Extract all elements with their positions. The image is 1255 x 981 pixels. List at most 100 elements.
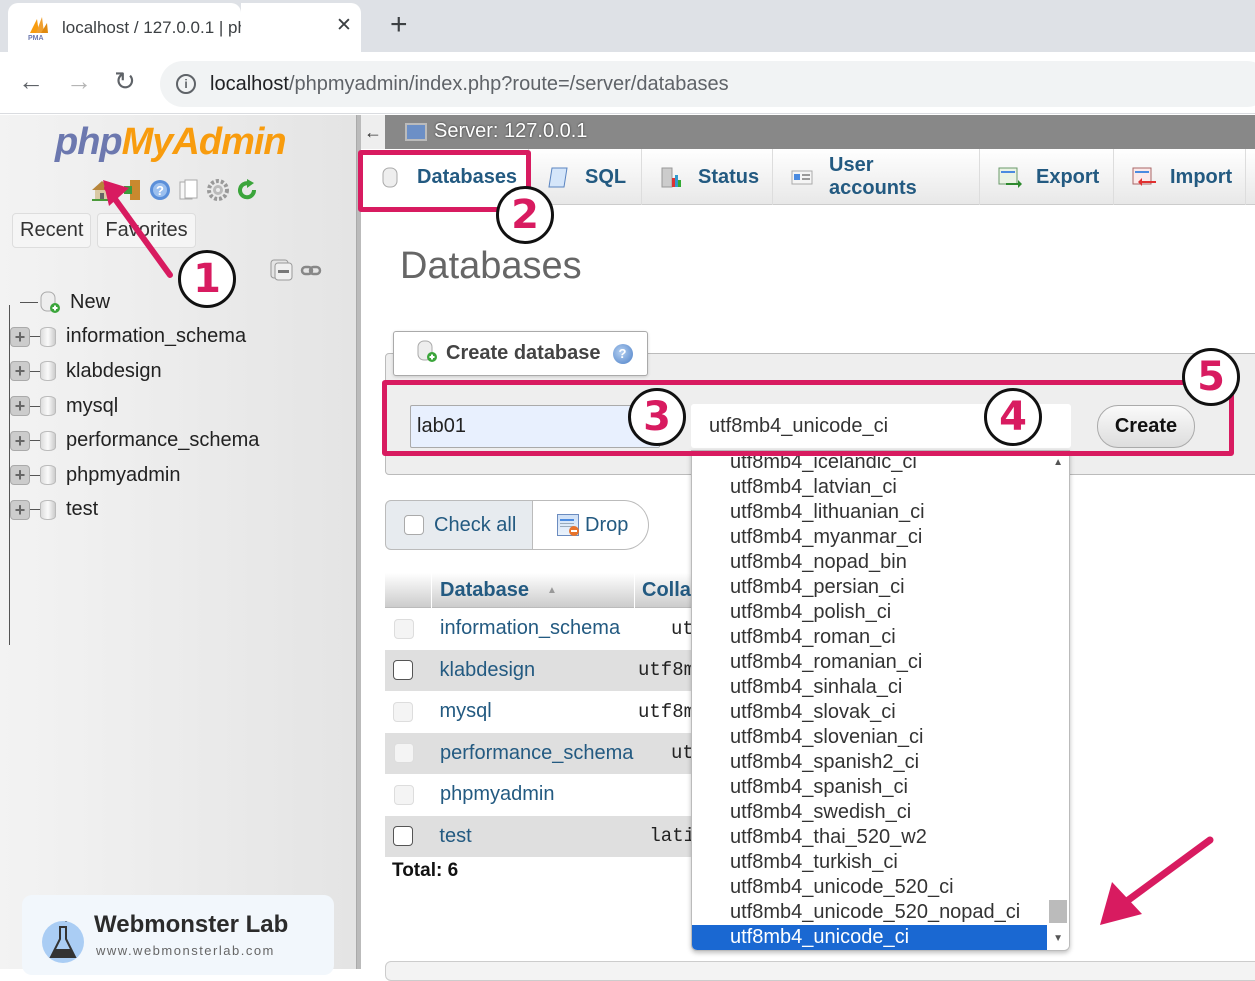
tree-label[interactable]: phpmyadmin	[66, 464, 181, 487]
back-arrow-icon[interactable]: ←	[18, 66, 44, 96]
forward-arrow-icon[interactable]: →	[66, 66, 92, 96]
collation-dropdown-list[interactable]: utf8mb4_icelandic_ci utf8mb4_latvian_ci ut…	[691, 450, 1070, 951]
tree-label[interactable]: information_schema	[66, 325, 246, 348]
collation-option[interactable]: utf8mb4_unicode_520_ci	[692, 875, 1049, 900]
tab-status[interactable]: Status	[642, 149, 773, 205]
scroll-up-arrow-icon[interactable]: ▲	[1053, 457, 1063, 468]
bulk-actions: Check all Drop	[385, 500, 649, 550]
expand-plus-icon[interactable]: +	[10, 396, 30, 417]
site-info-icon[interactable]: i	[176, 74, 196, 94]
annotation-arrow-1	[103, 180, 173, 278]
collation-option[interactable]: utf8mb4_turkish_ci	[692, 850, 1049, 875]
help-icon[interactable]: ?	[612, 343, 633, 364]
reload-icon[interactable]: ↻	[114, 66, 136, 96]
expand-plus-icon[interactable]: +	[10, 361, 30, 382]
new-tab-icon[interactable]: +	[390, 10, 408, 40]
tab-import[interactable]: Import	[1114, 149, 1246, 205]
sql-scroll-icon	[547, 166, 569, 188]
collation-option[interactable]: utf8mb4_slovenian_ci	[692, 725, 1049, 750]
sidebar-resize-handle[interactable]	[357, 115, 361, 969]
collation-option[interactable]: utf8mb4_unicode_520_nopad_ci	[692, 900, 1049, 925]
server-breadcrumb[interactable]: Server: 127.0.0.1	[434, 120, 587, 143]
tree-item-db[interactable]: + phpmyadmin	[10, 458, 259, 493]
address-bar[interactable]: i localhost/phpmyadmin/index.php?route=/…	[160, 61, 1255, 107]
phpmyadmin-logo[interactable]: phpMyAdmin	[55, 121, 287, 164]
tab-label: Export	[1036, 165, 1100, 188]
row-checkbox[interactable]	[393, 618, 414, 639]
database-link[interactable]: test	[431, 825, 631, 848]
header-database[interactable]: Database ▲	[432, 572, 635, 608]
tree-label[interactable]: test	[66, 498, 98, 521]
collation-option[interactable]: utf8mb4_polish_ci	[692, 600, 1049, 625]
tree-connector	[30, 509, 40, 511]
collation-option[interactable]: utf8mb4_romanian_ci	[692, 650, 1049, 675]
row-checkbox[interactable]	[393, 784, 414, 805]
total-count: Total: 6	[392, 860, 459, 881]
collapse-all-icon[interactable]	[270, 259, 294, 286]
collation-option[interactable]: utf8mb4_unicode_ci	[692, 925, 1049, 950]
link-with-main-icon[interactable]	[300, 259, 322, 286]
scrollbar-thumb[interactable]	[1049, 900, 1067, 923]
tree-item-db[interactable]: + information_schema	[10, 320, 259, 355]
collation-option[interactable]: utf8mb4_slovak_ci	[692, 700, 1049, 725]
expand-plus-icon[interactable]: +	[10, 326, 30, 347]
header-collation[interactable]: Colla	[635, 579, 691, 602]
new-database-icon	[38, 290, 62, 314]
drop-button[interactable]: Drop	[533, 500, 649, 550]
check-all-checkbox[interactable]	[404, 515, 424, 535]
row-checkbox[interactable]	[393, 826, 414, 847]
collation-option[interactable]: utf8mb4_spanish2_ci	[692, 750, 1049, 775]
collation-option[interactable]: utf8mb4_latvian_ci	[692, 475, 1049, 500]
collation-option[interactable]: utf8mb4_roman_ci	[692, 625, 1049, 650]
collation-option[interactable]: utf8mb4_myanmar_ci	[692, 525, 1049, 550]
check-all-label[interactable]: Check all	[434, 514, 516, 537]
row-checkbox[interactable]	[393, 743, 414, 764]
tree-connector	[20, 301, 38, 303]
expand-plus-icon[interactable]: +	[10, 499, 30, 520]
check-all-control[interactable]: Check all	[385, 500, 533, 550]
collapse-sidebar-arrow-icon[interactable]: ←	[361, 115, 385, 149]
tab-recent[interactable]: Recent	[12, 213, 92, 248]
database-icon	[40, 465, 56, 486]
tree-label[interactable]: performance_schema	[66, 429, 259, 452]
scroll-down-arrow-icon[interactable]: ▼	[1053, 933, 1063, 944]
database-link[interactable]: mysql	[432, 700, 632, 723]
collation-option[interactable]: utf8mb4_spanish_ci	[692, 775, 1049, 800]
expand-plus-icon[interactable]: +	[10, 465, 30, 486]
tree-item-db[interactable]: + mysql	[10, 389, 259, 424]
expand-plus-icon[interactable]: +	[10, 430, 30, 451]
collation-option[interactable]: utf8mb4_nopad_bin	[692, 550, 1049, 575]
dropdown-scrollbar[interactable]: ▲ ▼	[1047, 451, 1069, 950]
collation-cell: lati	[649, 825, 695, 848]
row-checkbox[interactable]	[393, 660, 414, 681]
step-badge-4: 4	[984, 388, 1042, 446]
collation-option[interactable]: utf8mb4_lithuanian_ci	[692, 500, 1049, 525]
reload-navigation-icon[interactable]	[235, 178, 259, 202]
database-icon	[40, 326, 56, 347]
row-checkbox-cell	[385, 826, 431, 847]
user-card-icon	[791, 166, 813, 188]
row-checkbox[interactable]	[393, 701, 414, 722]
url-path: /phpmyadmin/index.php?route=/server/data…	[288, 72, 729, 95]
tree-label[interactable]: klabdesign	[66, 360, 162, 383]
tab-label: Import	[1170, 165, 1233, 188]
settings-gear-icon[interactable]	[206, 178, 230, 202]
database-link[interactable]: klabdesign	[432, 659, 632, 682]
tab-export[interactable]: Export	[980, 149, 1114, 205]
tree-item-db[interactable]: + klabdesign	[10, 354, 259, 389]
tree-item-db[interactable]: + test	[10, 493, 259, 528]
logo-myadmin: MyAdmin	[121, 121, 287, 163]
database-link[interactable]: information_schema	[432, 617, 635, 640]
tab-close-icon[interactable]: ✕	[336, 14, 352, 37]
collation-option[interactable]: utf8mb4_thai_520_w2	[692, 825, 1049, 850]
tree-label[interactable]: mysql	[66, 395, 118, 418]
collation-option[interactable]: utf8mb4_persian_ci	[692, 575, 1049, 600]
tab-user-accounts[interactable]: User accounts	[773, 149, 980, 205]
tree-item-db[interactable]: + performance_schema	[10, 423, 259, 458]
tree-connector	[30, 474, 40, 476]
browser-tab[interactable]: PMA localhost / 127.0.0.1 | phpMyAdmin	[8, 3, 241, 52]
collation-option[interactable]: utf8mb4_swedish_ci	[692, 800, 1049, 825]
database-link[interactable]: phpmyadmin	[432, 783, 635, 806]
database-link[interactable]: performance_schema	[432, 742, 635, 765]
collation-option[interactable]: utf8mb4_sinhala_ci	[692, 675, 1049, 700]
